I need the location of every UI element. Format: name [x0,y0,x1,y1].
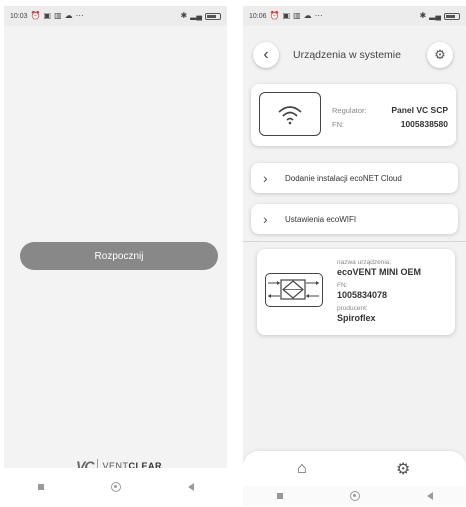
regulator-label: Regulator: [332,106,367,115]
gear-icon: ⚙ [434,47,446,62]
system-nav-bar [4,468,227,506]
trash-icon: ▥ [54,11,62,20]
cloud-icon: ☁ [64,11,73,20]
welcome-screen: 10:03 ⏰ ▣ ▥ ☁ ⋯ ✱ ▂▄ Rozpocznij VC VENTC… [4,6,227,506]
signal-icon: ▂▄ [190,11,202,20]
recuperator-icon [265,273,323,307]
settings-button[interactable]: ⚙ [427,42,453,68]
back-button[interactable]: ‹ [253,42,279,68]
alarm-icon: ⏰ [30,11,41,20]
device-producer-value: Spiroflex [337,313,376,323]
device-fn-value: 1005834078 [337,290,388,300]
devices-screen: 10:06 ⏰ ▣ ▥ ☁ ⋯ ✱ ▂▄ ‹ Urządzenia w syst… [243,6,466,506]
more-icon: ⋯ [314,11,323,20]
recents-icon[interactable] [276,493,283,499]
device-card[interactable]: nazwa urządzenia: ecoVENT MINI OEM FN: 1… [257,249,455,335]
wifi-icon [259,92,321,136]
regulator-fn-value: 1005838580 [400,119,448,129]
device-name-label: nazwa urządzenia: [337,259,392,266]
status-bar: 10:06 ⏰ ▣ ▥ ☁ ⋯ ✱ ▂▄ [243,6,466,26]
alarm-icon: ⏰ [269,11,280,20]
battery-icon [444,12,460,20]
device-name-value: ecoVENT MINI OEM [337,267,422,277]
home-nav-icon[interactable] [349,491,360,501]
regulator-value: Panel VC SCP [391,105,448,115]
device-producer-label: producent: [337,305,368,312]
notification-icon: ▣ [43,11,52,20]
notification-icon: ▣ [282,11,291,20]
home-icon[interactable]: ⌂ [297,460,307,478]
ecowifi-settings-button[interactable]: › Ustawienia ecoWIFI [251,204,458,234]
menu-item-label: Dodanie instalacji ecoNET Cloud [285,173,402,183]
back-nav-icon[interactable] [426,492,433,500]
page-title: Urządzenia w systemie [293,49,401,61]
status-time: 10:06 [249,12,267,20]
trash-icon: ▥ [293,11,301,20]
system-nav-bar [243,486,466,506]
add-econet-cloud-button[interactable]: › Dodanie instalacji ecoNET Cloud [251,163,458,193]
status-bar: 10:03 ⏰ ▣ ▥ ☁ ⋯ ✱ ▂▄ [4,6,227,26]
status-time: 10:03 [10,12,28,20]
regulator-card[interactable]: Regulator: Panel VC SCP FN: 1005838580 [251,84,456,146]
menu-item-label: Ustawienia ecoWIFI [285,214,357,224]
gear-icon[interactable]: ⚙ [396,459,410,479]
start-button[interactable]: Rozpocznij [20,242,218,270]
cloud-icon: ☁ [303,11,312,20]
home-nav-icon[interactable] [110,482,121,492]
more-icon: ⋯ [75,11,84,20]
bluetooth-icon: ✱ [419,11,427,20]
recents-icon[interactable] [37,484,44,490]
battery-icon [205,12,221,20]
chevron-left-icon: ‹ [263,46,269,63]
chevron-right-icon: › [263,211,268,227]
divider [243,241,466,242]
chevron-right-icon: › [263,170,268,186]
back-nav-icon[interactable] [187,483,194,491]
regulator-fn-label: FN: [332,120,345,129]
device-fn-label: FN: [337,282,348,289]
bottom-tab-bar: ⌂ ⚙ [243,451,466,489]
signal-icon: ▂▄ [429,11,441,20]
bluetooth-icon: ✱ [180,11,188,20]
